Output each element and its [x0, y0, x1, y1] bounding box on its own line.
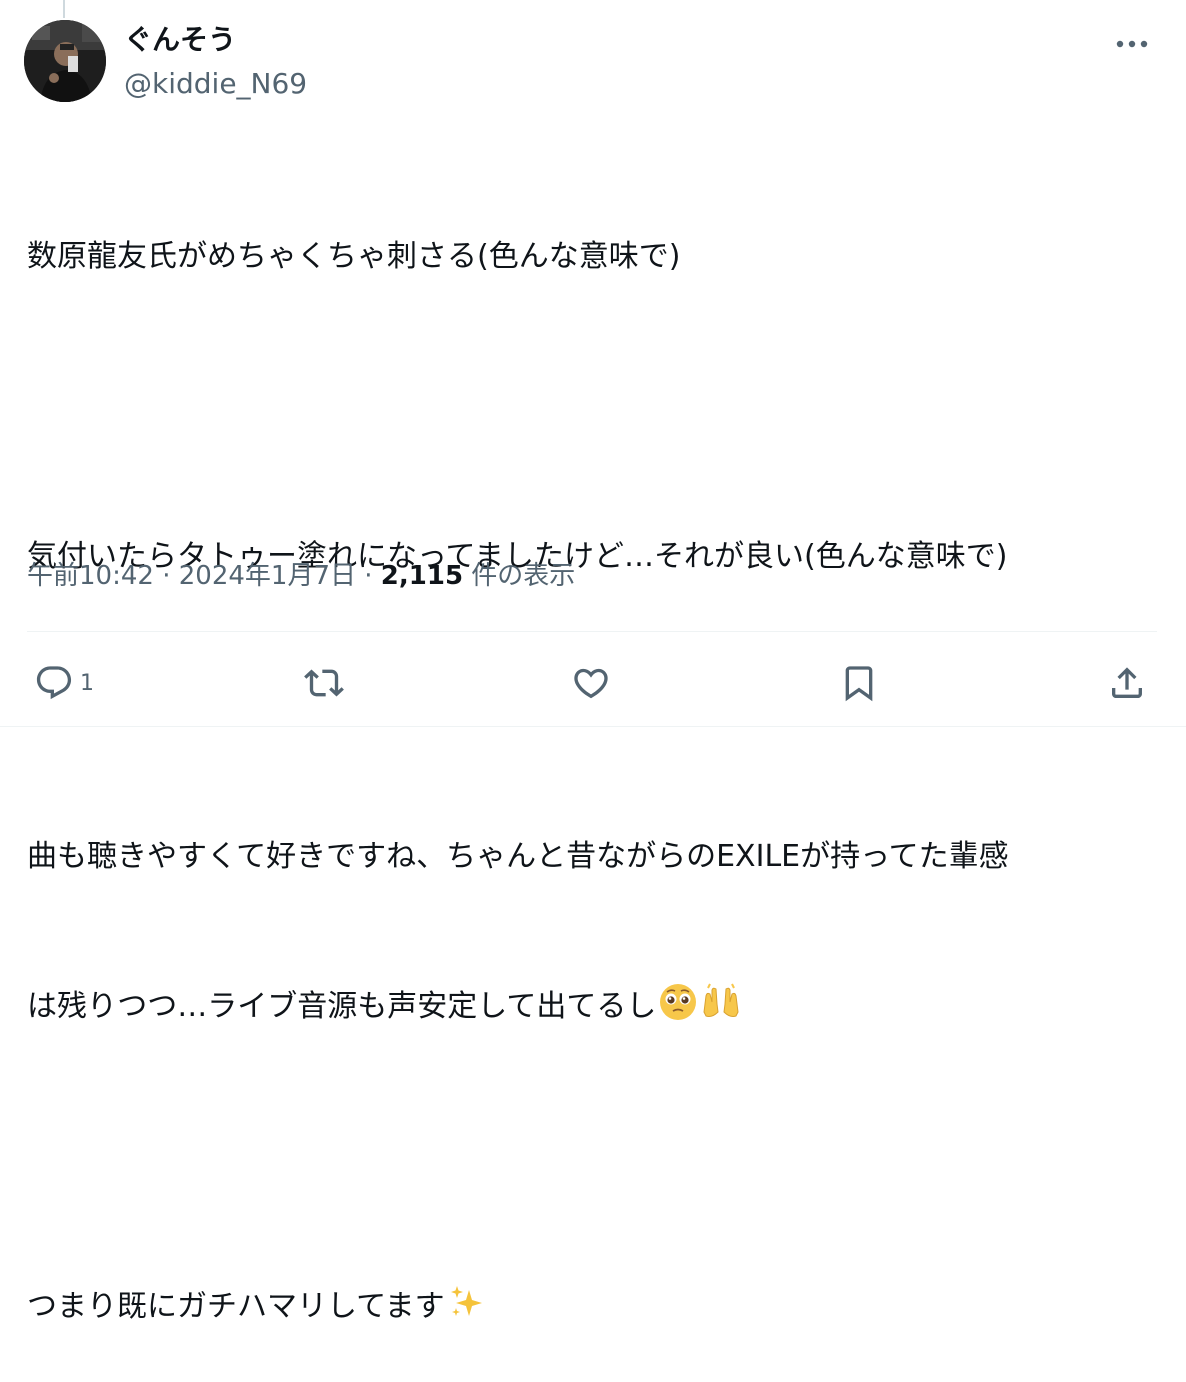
- thread-line: [63, 0, 65, 18]
- share-button[interactable]: [1106, 655, 1148, 711]
- bookmark-button[interactable]: [838, 655, 880, 711]
- heart-icon: [574, 668, 608, 699]
- retweet-button[interactable]: [302, 655, 346, 711]
- views-label: 件の表示: [463, 561, 576, 591]
- bookmark-icon: [845, 666, 873, 702]
- like-button[interactable]: [570, 655, 612, 711]
- tweet-time[interactable]: 午前10:42: [27, 561, 154, 591]
- more-options-button[interactable]: [1110, 24, 1154, 64]
- action-bar: 1: [0, 655, 1186, 711]
- retweet-icon: [304, 669, 344, 697]
- tweet-text: 数原龍友氏がめちゃくちゃ刺さる(色んな意味で) 気付いたらタトゥー塗れになってま…: [27, 132, 1157, 1382]
- meta-separator: ·: [153, 561, 179, 591]
- meta-separator: ·: [356, 561, 381, 591]
- tweet-line-text: つまり既にガチハマリしてます: [27, 1289, 445, 1324]
- tweet-line: 曲も聴きやすくて好きですね、ちゃんと昔ながらのEXILEが持ってた輩感: [27, 839, 1009, 874]
- reply-button[interactable]: 1: [34, 655, 94, 711]
- user-handle[interactable]: @kiddie_N69: [124, 66, 307, 102]
- author-info: ぐんそう @kiddie_N69: [124, 22, 307, 102]
- avatar[interactable]: [24, 20, 106, 102]
- display-name[interactable]: ぐんそう: [124, 22, 307, 58]
- tweet-metadata: 午前10:42 · 2024年1月7日 · 2,115 件の表示: [27, 558, 575, 594]
- views-count: 2,115: [380, 561, 464, 591]
- raising-hands-emoji: [700, 982, 742, 1038]
- share-icon: [1112, 667, 1142, 698]
- tweet-line: 数原龍友氏がめちゃくちゃ刺さる(色んな意味で): [27, 239, 681, 274]
- divider: [27, 631, 1157, 632]
- more-horizontal-icon: [1116, 40, 1148, 48]
- reply-icon: [36, 666, 72, 700]
- pleading-face-emoji: [658, 982, 698, 1038]
- sparkles-emoji: [447, 1282, 487, 1338]
- tweet-line-with-emoji: つまり既にガチハマリしてます: [27, 1282, 1157, 1332]
- bottom-divider: [0, 726, 1186, 727]
- tweet-date[interactable]: 2024年1月7日: [179, 561, 356, 591]
- reply-count: 1: [80, 670, 94, 696]
- tweet-line-text: は残りつつ…ライブ音源も声安定して出てるし: [27, 989, 657, 1024]
- tweet-line-with-emoji: は残りつつ…ライブ音源も声安定して出てるし: [27, 982, 1157, 1032]
